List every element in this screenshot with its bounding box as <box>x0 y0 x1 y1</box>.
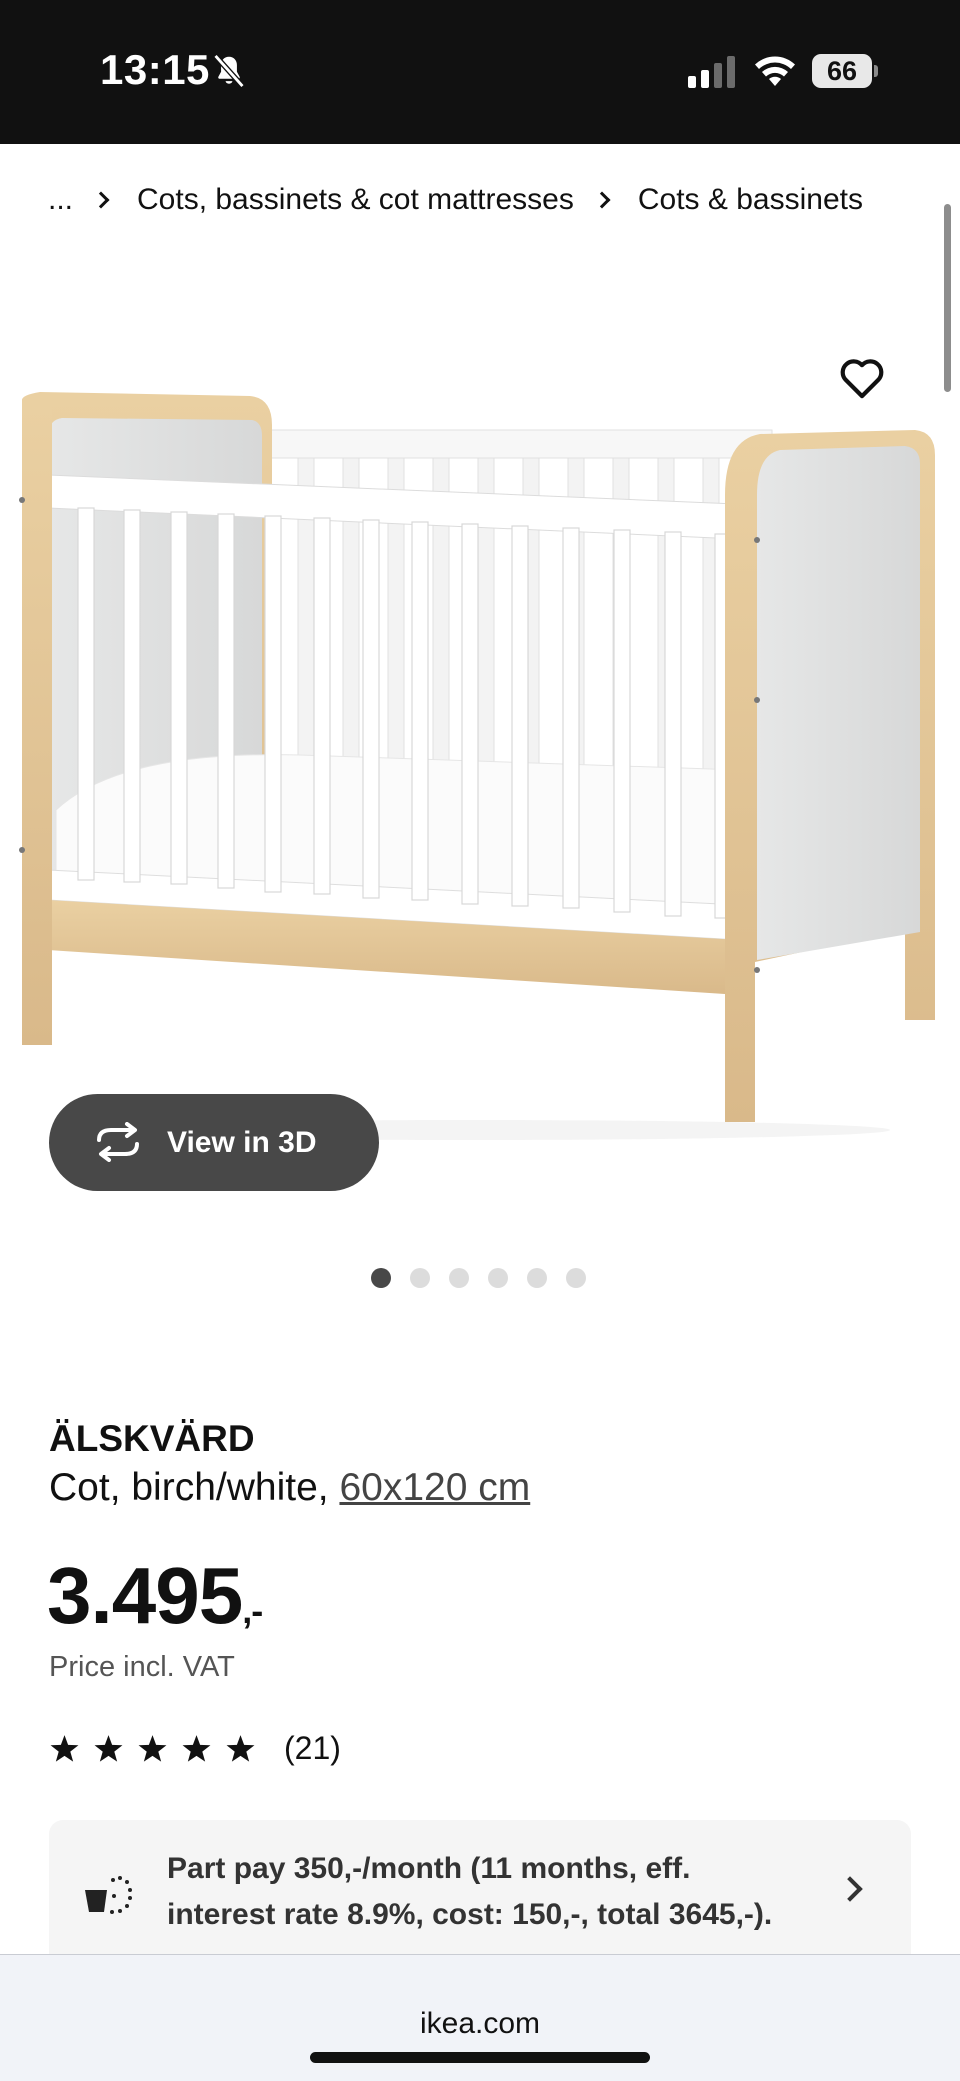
home-indicator[interactable] <box>310 2052 650 2063</box>
star-icon <box>138 1734 167 1762</box>
carousel-dot[interactable] <box>449 1268 469 1288</box>
rating-count: (21) <box>284 1730 341 1766</box>
carousel-dot[interactable] <box>371 1268 391 1288</box>
product-price: 3.495,- <box>47 1550 263 1642</box>
chevron-right-icon <box>92 191 110 209</box>
breadcrumb-item-cots-bassinets-mattresses[interactable]: Cots, bassinets & cot mattresses <box>137 183 574 217</box>
chevron-right-icon <box>837 1876 863 1902</box>
url-text[interactable]: ikea.com <box>0 2007 960 2041</box>
view-in-3d-button[interactable]: View in 3D <box>49 1094 379 1191</box>
carousel-dot[interactable] <box>566 1268 586 1288</box>
battery-level: 66 <box>812 54 872 88</box>
part-pay-text: Part pay 350,-/month (11 months, eff. in… <box>167 1852 773 1931</box>
part-pay-icon <box>85 1876 132 1914</box>
product-name: ÄLSKVÄRD <box>49 1418 255 1459</box>
part-pay-banner[interactable]: Part pay 350,-/month (11 months, eff. in… <box>49 1820 911 1955</box>
status-time: 13:15 <box>100 46 210 93</box>
price-note: Price incl. VAT <box>49 1651 235 1683</box>
product-description: Cot, birch/white, 60x120 cm <box>49 1466 530 1510</box>
price-value: 3.495 <box>47 1551 243 1640</box>
chevron-right-icon <box>593 191 611 209</box>
battery-icon: 66 <box>812 54 878 88</box>
breadcrumb-ellipsis[interactable]: ... <box>48 183 73 217</box>
heart-icon <box>840 359 884 399</box>
carousel-dots <box>371 1268 586 1288</box>
carousel-dot[interactable] <box>488 1268 508 1288</box>
price-suffix: ,- <box>242 1590 263 1631</box>
bell-slash-icon <box>213 54 245 88</box>
favourite-button[interactable] <box>836 352 888 404</box>
status-bar: 13:15 66 <box>0 0 960 144</box>
product-rating[interactable]: (21) <box>49 1730 341 1767</box>
star-icon <box>50 1734 79 1762</box>
star-icon <box>182 1734 211 1762</box>
rotate-3d-icon <box>97 1122 139 1162</box>
star-icon <box>226 1734 255 1762</box>
view-in-3d-label: View in 3D <box>167 1126 317 1159</box>
rating-stars <box>49 1734 256 1764</box>
product-type: Cot, birch/white, <box>49 1466 329 1509</box>
product-size-link[interactable]: 60x120 cm <box>339 1466 530 1509</box>
carousel-dot[interactable] <box>410 1268 430 1288</box>
carousel-dot[interactable] <box>527 1268 547 1288</box>
signal-icon <box>688 56 735 88</box>
wifi-icon <box>755 56 795 86</box>
breadcrumb: ... Cots, bassinets & cot mattresses Cot… <box>48 178 863 222</box>
star-icon <box>94 1734 123 1762</box>
breadcrumb-item-cots-bassinets[interactable]: Cots & bassinets <box>638 183 863 217</box>
